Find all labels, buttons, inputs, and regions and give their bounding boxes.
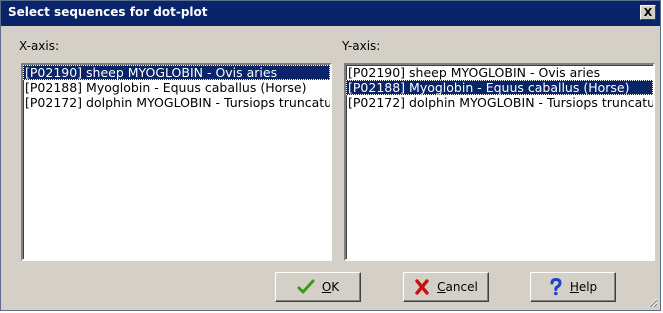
x-axis-label: X-axis: bbox=[19, 39, 60, 53]
y-axis-list-item[interactable]: [P02190] sheep MYOGLOBIN - Ovis aries bbox=[346, 65, 653, 80]
close-button[interactable]: X bbox=[640, 5, 656, 20]
red-x-icon bbox=[414, 279, 430, 295]
y-axis-list-item[interactable]: [P02172] dolphin MYOGLOBIN - Tursiops tr… bbox=[346, 95, 653, 110]
cancel-button-label: Cancel bbox=[437, 280, 478, 294]
ok-button[interactable]: OK bbox=[275, 272, 361, 302]
x-axis-list-item[interactable]: [P02172] dolphin MYOGLOBIN - Tursiops tr… bbox=[23, 95, 330, 110]
close-icon: X bbox=[643, 6, 653, 19]
cancel-button[interactable]: Cancel bbox=[403, 272, 489, 302]
dialog-title: Select sequences for dot-plot bbox=[8, 5, 208, 19]
x-axis-list-item[interactable]: [P02188] Myoglobin - Equus caballus (Hor… bbox=[23, 80, 330, 95]
checkmark-icon bbox=[297, 279, 315, 295]
ok-button-label: OK bbox=[321, 280, 340, 294]
y-axis-sequence-list[interactable]: [P02190] sheep MYOGLOBIN - Ovis aries [P… bbox=[344, 63, 655, 261]
resize-grip-icon[interactable] bbox=[646, 296, 658, 308]
y-axis-label: Y-axis: bbox=[342, 39, 381, 53]
question-mark-icon bbox=[549, 278, 563, 296]
y-axis-list-item[interactable]: [P02188] Myoglobin - Equus caballus (Hor… bbox=[346, 80, 653, 95]
x-axis-list-item[interactable]: [P02190] sheep MYOGLOBIN - Ovis aries bbox=[23, 65, 330, 80]
help-button[interactable]: Help bbox=[530, 272, 616, 302]
help-button-label: Help bbox=[569, 280, 598, 294]
x-axis-sequence-list[interactable]: [P02190] sheep MYOGLOBIN - Ovis aries [P… bbox=[21, 63, 332, 261]
title-bar[interactable]: Select sequences for dot-plot X bbox=[1, 1, 660, 26]
select-sequences-dialog: Select sequences for dot-plot X X-axis: … bbox=[0, 0, 661, 311]
